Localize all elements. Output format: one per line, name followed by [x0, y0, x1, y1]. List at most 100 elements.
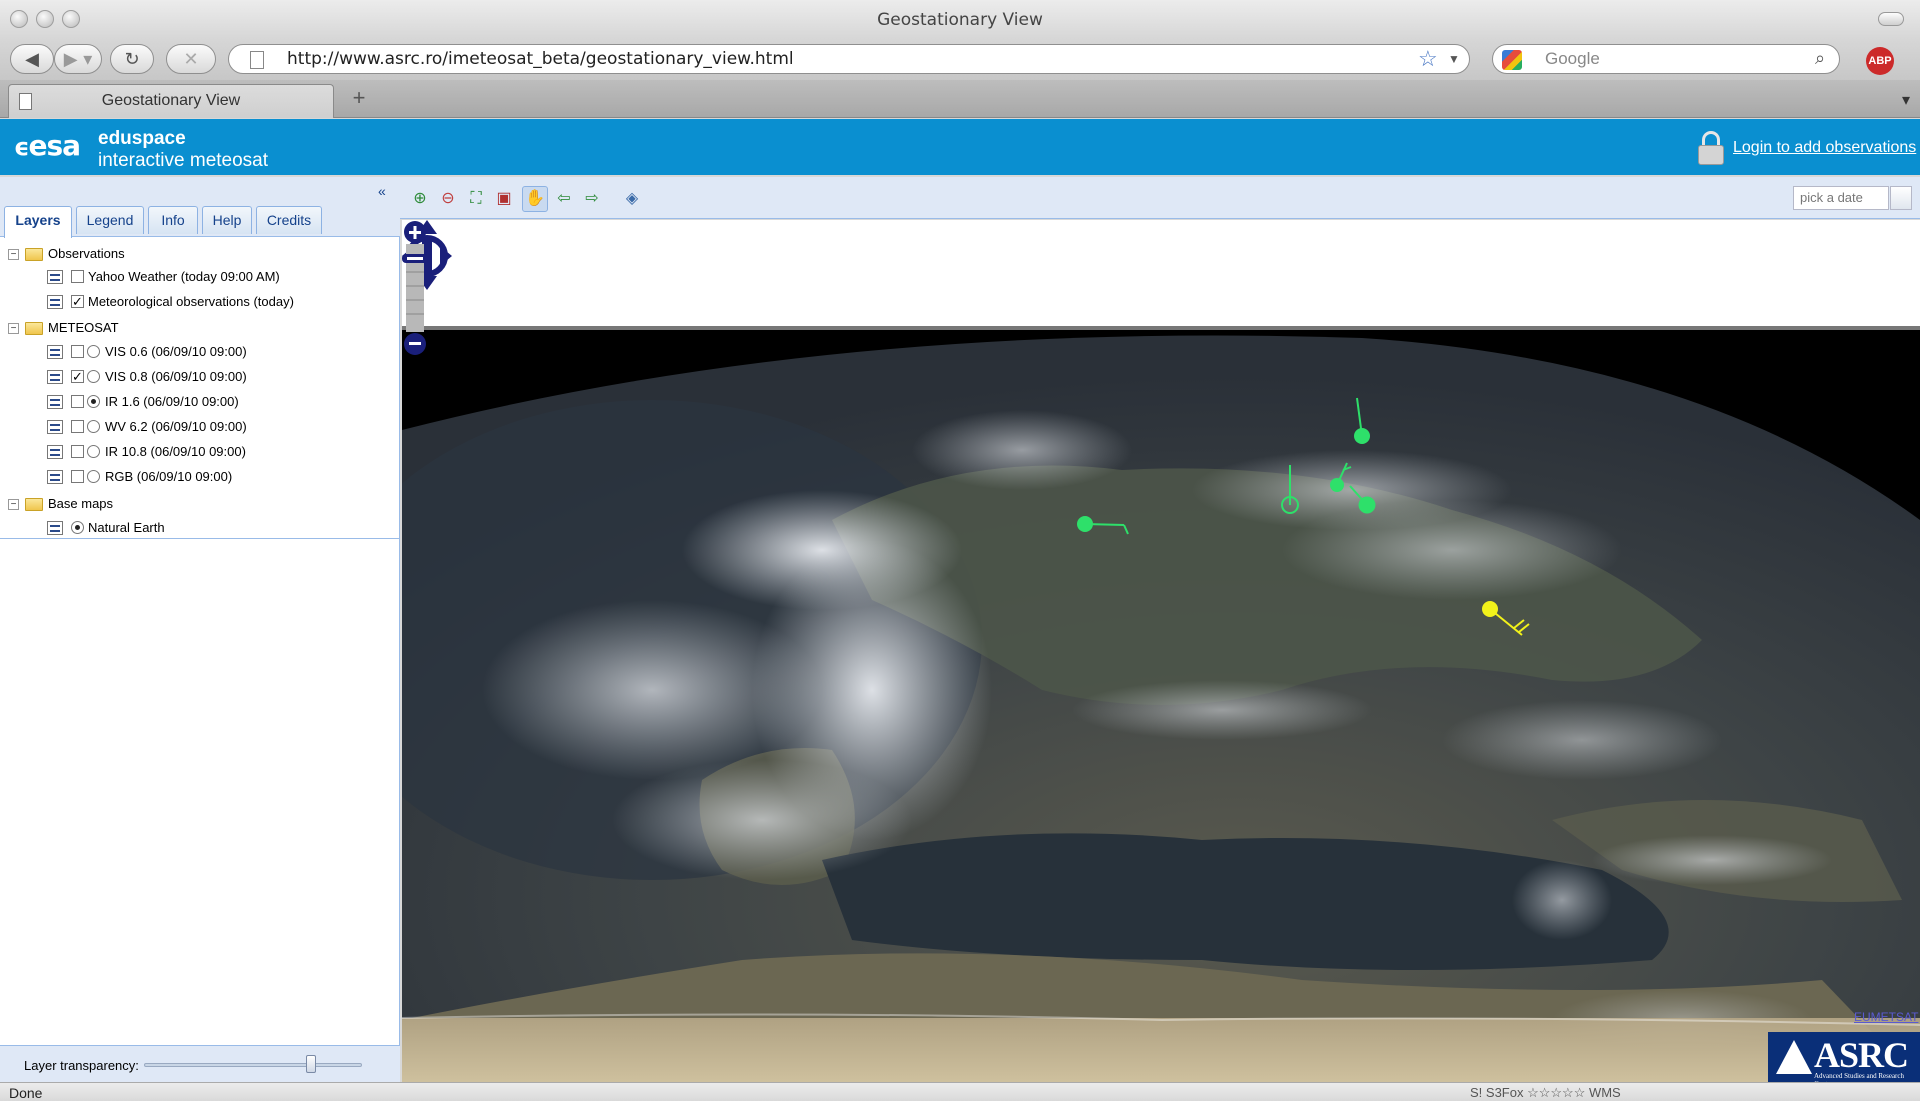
zoom-slider[interactable]: [402, 220, 428, 358]
url-input[interactable]: http://www.asrc.ro/imeteosat_beta/geosta…: [228, 44, 1470, 74]
layer-radio-rgb[interactable]: [87, 470, 100, 483]
layer-radio-vis08[interactable]: [87, 370, 100, 383]
status-text: Done: [9, 1085, 43, 1101]
layer-label-natural-earth[interactable]: Natural Earth: [88, 518, 165, 538]
layer-checkbox-yahoo-weather[interactable]: [71, 270, 84, 283]
google-search-engine-icon[interactable]: [1502, 50, 1522, 70]
layer-radio-natural-earth[interactable]: [71, 521, 84, 534]
layer-label-ir16[interactable]: IR 1.6 (06/09/10 09:00): [105, 392, 239, 412]
back-button[interactable]: ◀: [10, 44, 54, 74]
layer-legend-icon[interactable]: [47, 445, 63, 459]
adblock-plus-icon[interactable]: ABP: [1866, 47, 1894, 75]
layer-legend-icon[interactable]: [47, 345, 63, 359]
collapse-toggle-icon[interactable]: −: [8, 249, 19, 260]
search-icon[interactable]: ⌕: [1815, 48, 1825, 69]
addon-icons[interactable]: S! S3Fox ☆☆☆☆☆ WMS: [1470, 1085, 1621, 1101]
layer-label-rgb[interactable]: RGB (06/09/10 09:00): [105, 467, 232, 487]
satellite-image: [402, 326, 1920, 1082]
transparency-bar: Layer transparency:: [0, 1045, 400, 1082]
zoom-box-icon[interactable]: ▣: [494, 190, 514, 208]
layer-legend-icon[interactable]: [47, 370, 63, 384]
zoom-to-extent-icon[interactable]: ⛶: [466, 190, 486, 208]
esa-swoosh-icon: ϵ: [14, 133, 30, 161]
tab-legend[interactable]: Legend: [76, 206, 144, 234]
tab-help[interactable]: Help: [202, 206, 252, 234]
layer-label-ir108[interactable]: IR 10.8 (06/09/10 09:00): [105, 442, 246, 462]
tab-layers[interactable]: Layers: [4, 206, 72, 238]
layer-label-vis08[interactable]: VIS 0.8 (06/09/10 09:00): [105, 367, 247, 387]
layer-radio-wv62[interactable]: [87, 420, 100, 433]
browser-tab-label: Geostationary View: [101, 92, 241, 109]
bookmark-star-icon[interactable]: ☆: [1418, 46, 1438, 72]
folder-icon: [25, 248, 43, 261]
layer-checkbox-rgb[interactable]: [71, 470, 84, 483]
page-icon: [250, 51, 264, 69]
layer-label-met-observations[interactable]: Meteorological observations (today): [88, 292, 294, 312]
layer-checkbox-vis08[interactable]: ✓: [71, 370, 84, 383]
transparency-slider-track[interactable]: [144, 1063, 362, 1067]
layer-checkbox-ir108[interactable]: [71, 445, 84, 458]
collapse-panel-icon[interactable]: «: [378, 184, 394, 199]
forward-button[interactable]: ▶ ▾: [54, 44, 102, 74]
tab-credits[interactable]: Credits: [256, 206, 322, 234]
asrc-logo: ASRC Advanced Studies and Research Cente…: [1768, 1032, 1920, 1082]
next-view-icon[interactable]: ⇨: [582, 190, 602, 208]
layer-legend-icon[interactable]: [47, 470, 63, 484]
stop-icon: ✕: [183, 48, 199, 70]
previous-view-icon[interactable]: ⇦: [554, 190, 574, 208]
window-title: Geostationary View: [877, 10, 1043, 30]
url-history-dropdown-icon[interactable]: ▼: [1448, 52, 1460, 66]
date-input[interactable]: pick a date: [1793, 186, 1889, 210]
layer-legend-icon[interactable]: [47, 420, 63, 434]
folder-icon: [25, 498, 43, 511]
site-header: ϵesa eduspace interactive meteosat Login…: [0, 119, 1920, 175]
layer-checkbox-ir16[interactable]: [71, 395, 84, 408]
zoom-out-icon[interactable]: ⊖: [438, 190, 458, 208]
toolbar-toggle-button[interactable]: [1878, 12, 1904, 26]
tree-folder-base-maps[interactable]: Base maps: [48, 494, 113, 514]
layer-legend-icon[interactable]: [47, 270, 63, 284]
calendar-icon[interactable]: [1890, 186, 1912, 210]
back-arrow-icon: ◀: [25, 48, 39, 70]
layer-radio-ir108[interactable]: [87, 445, 100, 458]
brand-title: eduspace: [98, 128, 186, 149]
collapse-toggle-icon[interactable]: −: [8, 323, 19, 334]
browser-toolbar: ◀ ▶ ▾ ↻ ✕ http://www.asrc.ro/imeteosat_b…: [0, 40, 1920, 80]
search-input[interactable]: Google: [1492, 44, 1840, 74]
layers-panel: « Layers Legend Info Help Credits − Obse…: [0, 177, 400, 1082]
transparency-slider-thumb[interactable]: [306, 1055, 317, 1073]
reload-button[interactable]: ↻: [110, 44, 154, 74]
tab-info[interactable]: Info: [148, 206, 198, 234]
panel-header: « Layers Legend Info Help Credits: [0, 177, 400, 238]
layer-label-vis06[interactable]: VIS 0.6 (06/09/10 09:00): [105, 342, 247, 362]
stop-button[interactable]: ✕: [166, 44, 216, 74]
layer-checkbox-wv62[interactable]: [71, 420, 84, 433]
window-titlebar: Geostationary View: [0, 0, 1920, 40]
layer-label-wv62[interactable]: WV 6.2 (06/09/10 09:00): [105, 417, 247, 437]
browser-tab-bar: Geostationary View + ▾: [0, 80, 1920, 118]
login-link[interactable]: Login to add observations: [1733, 139, 1916, 157]
collapse-toggle-icon[interactable]: −: [8, 499, 19, 510]
layer-checkbox-vis06[interactable]: [71, 345, 84, 358]
folder-icon: [25, 322, 43, 335]
pan-hand-icon[interactable]: ✋: [522, 186, 548, 212]
layers-icon[interactable]: ◈: [622, 190, 642, 208]
tree-folder-meteosat[interactable]: METEOSAT: [48, 318, 119, 338]
layer-radio-ir16[interactable]: [87, 395, 100, 408]
forward-arrow-icon: ▶ ▾: [63, 48, 93, 70]
browser-tab[interactable]: Geostationary View: [8, 84, 334, 118]
tab-list-icon[interactable]: ▾: [1902, 90, 1910, 110]
layer-radio-vis06[interactable]: [87, 345, 100, 358]
esa-logo-text: esa: [28, 129, 81, 162]
layer-label-yahoo-weather[interactable]: Yahoo Weather (today 09:00 AM): [88, 267, 280, 287]
tree-folder-observations[interactable]: Observations: [48, 244, 125, 264]
map-toolbar: ⊕ ⊖ ⛶ ▣ ✋ ⇦ ⇨ ◈ pick a date: [400, 177, 1920, 219]
new-tab-button[interactable]: +: [344, 86, 374, 112]
layer-legend-icon[interactable]: [47, 395, 63, 409]
layer-checkbox-met-observations[interactable]: ✓: [71, 295, 84, 308]
zoom-in-icon[interactable]: ⊕: [410, 190, 430, 208]
map-viewport[interactable]: EUMETSAT ASRC Advanced Studies and Resea…: [402, 220, 1920, 1082]
eumetsat-attribution-link[interactable]: EUMETSAT: [1854, 1010, 1918, 1024]
layer-legend-icon[interactable]: [47, 295, 63, 309]
layer-legend-icon[interactable]: [47, 521, 63, 535]
